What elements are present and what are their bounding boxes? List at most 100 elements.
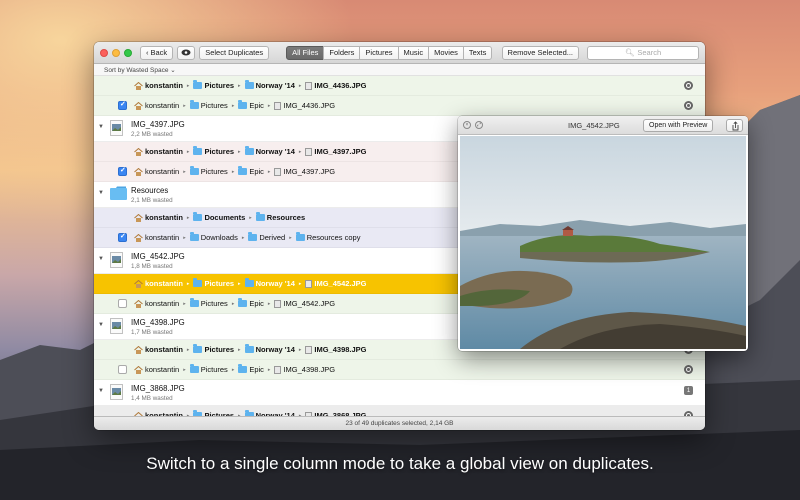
path-segment[interactable]: IMG_4398.JPG — [274, 365, 335, 374]
back-button[interactable]: ‹ Back — [140, 45, 174, 60]
path-separator-icon: ▸ — [298, 148, 302, 155]
file-path-row[interactable]: konstantin ▸ Pictures ▸ Norway '14 ▸ IMG_4436.… — [94, 76, 705, 96]
path-segment-label: Documents — [204, 213, 246, 222]
reveal-in-finder-icon[interactable] — [684, 365, 693, 374]
share-button[interactable] — [726, 119, 743, 132]
path-segment[interactable]: Resources — [255, 212, 305, 222]
path-separator-icon: ▸ — [231, 300, 235, 307]
duplicate-checkbox[interactable] — [118, 299, 127, 308]
filter-music[interactable]: Music — [397, 45, 430, 60]
path-segment[interactable]: Pictures — [193, 146, 234, 156]
filter-folders[interactable]: Folders — [323, 45, 361, 60]
path-segment[interactable]: IMG_4542.JPG — [305, 279, 367, 288]
file-path-row[interactable]: konstantin▸Pictures▸Epic▸IMG_4436.JPG — [94, 96, 705, 116]
path-segment[interactable]: konstantin — [134, 365, 179, 374]
search-input[interactable]: 🔍︎ Search — [587, 45, 699, 60]
quick-look-panel: × ⤢ IMG_4542.JPG Open with Preview — [458, 116, 748, 351]
path-segment[interactable]: IMG_4397.JPG — [274, 167, 335, 176]
image-file-icon — [110, 120, 123, 136]
minimize-window-button[interactable] — [112, 48, 120, 57]
duplicate-checkbox[interactable] — [118, 166, 127, 176]
folder-icon — [238, 100, 248, 109]
path-segment[interactable]: konstantin — [134, 345, 183, 354]
reveal-in-finder-icon[interactable] — [684, 101, 693, 110]
path-segment[interactable]: IMG_4397.JPG — [305, 147, 367, 156]
path-segment[interactable]: Pictures — [189, 298, 228, 308]
disclosure-triangle-icon[interactable]: ▼ — [98, 190, 104, 196]
path-segment[interactable]: Resources copy — [295, 232, 360, 242]
path-segment[interactable]: IMG_4542.JPG — [274, 299, 335, 308]
duplicate-checkbox[interactable] — [118, 365, 127, 374]
path-segment[interactable]: Norway '14 — [244, 344, 295, 354]
path-segment[interactable]: Norway '14 — [244, 146, 295, 156]
close-preview-button[interactable]: × — [463, 121, 471, 129]
disclosure-triangle-icon[interactable]: ▼ — [98, 388, 104, 394]
window-controls — [100, 48, 132, 57]
path-segment-label: konstantin — [145, 299, 180, 308]
disclosure-triangle-icon[interactable]: ▼ — [98, 256, 104, 262]
image-file-icon — [305, 279, 313, 288]
path-segment[interactable]: Pictures — [189, 100, 228, 110]
path-segment[interactable]: Pictures — [193, 278, 234, 288]
path-segment[interactable]: Norway '14 — [244, 80, 295, 90]
quick-look-button[interactable] — [177, 45, 196, 60]
duplicate-checkbox[interactable] — [118, 100, 127, 110]
path-segment[interactable]: Pictures — [189, 166, 228, 176]
path-segment[interactable]: konstantin — [134, 233, 179, 242]
group-name: IMG_3868.JPG — [131, 384, 185, 393]
back-label: Back — [150, 48, 168, 57]
path-segment-label: IMG_4397.JPG — [283, 167, 336, 176]
path-segment[interactable]: konstantin — [134, 167, 179, 176]
path-segment[interactable]: konstantin — [134, 101, 179, 110]
path-segment[interactable]: Derived — [248, 232, 285, 242]
filter-all-files[interactable]: All Files — [286, 45, 325, 60]
path-segment[interactable]: Epic — [238, 100, 264, 110]
fullscreen-preview-button[interactable]: ⤢ — [475, 121, 483, 129]
remove-selected-button[interactable]: Remove Selected... — [501, 45, 579, 60]
zoom-window-button[interactable] — [124, 48, 132, 57]
path-segment[interactable]: IMG_4436.JPG — [274, 101, 335, 110]
close-window-button[interactable] — [100, 48, 108, 57]
fullscreen-icon: ⤢ — [476, 122, 481, 128]
path-segment-label: Pictures — [204, 81, 235, 90]
filter-pictures[interactable]: Pictures — [359, 45, 399, 60]
filter-texts[interactable]: Texts — [462, 45, 493, 60]
path-segment[interactable]: Documents — [193, 212, 246, 222]
path-segment[interactable]: Epic — [238, 298, 264, 308]
path-segment[interactable]: konstantin — [134, 213, 183, 222]
path-segment[interactable]: Epic — [238, 364, 264, 374]
home-icon — [134, 299, 143, 308]
open-with-preview-button[interactable]: Open with Preview — [643, 119, 714, 132]
disclosure-triangle-icon[interactable]: ▼ — [98, 322, 104, 328]
path-segment[interactable]: IMG_4398.JPG — [305, 345, 367, 354]
path-segment[interactable]: Pictures — [189, 364, 228, 374]
image-file-icon — [305, 81, 313, 90]
filter-movies[interactable]: Movies — [428, 45, 464, 60]
image-file-icon — [110, 384, 123, 400]
file-path-row[interactable]: konstantin ▸ Pictures ▸ Epic ▸ IMG_4398.JPG — [94, 360, 705, 380]
path-segment[interactable]: konstantin — [134, 299, 179, 308]
path-segment[interactable]: konstantin — [134, 147, 183, 156]
path-segment-label: IMG_4436.JPG — [314, 81, 367, 90]
duplicate-group-row[interactable]: ▼ IMG_3868.JPG 1,4 MB wasted 1 — [94, 380, 705, 406]
path-segment[interactable]: Pictures — [193, 80, 235, 90]
path-segment[interactable]: konstantin — [134, 81, 183, 90]
path-segment[interactable]: Norway '14 — [244, 278, 295, 288]
file-path-row[interactable]: konstantin ▸ Pictures ▸ Norway '14 ▸ IMG_3868.… — [94, 406, 705, 416]
select-duplicates-button[interactable]: Select Duplicates — [199, 45, 270, 60]
path-segment-label: IMG_4398.JPG — [314, 345, 367, 354]
path-segment-label: konstantin — [145, 213, 183, 222]
path-segment[interactable]: Epic — [238, 166, 264, 176]
path-segment[interactable]: IMG_4436.JPG — [305, 81, 367, 90]
path-segment[interactable]: Pictures — [193, 344, 234, 354]
duplicate-checkbox[interactable] — [118, 232, 127, 242]
path-segment[interactable]: Downloads — [189, 232, 238, 242]
disclosure-triangle-icon[interactable]: ▼ — [98, 124, 104, 130]
path-separator-icon: ▸ — [249, 214, 252, 221]
path-segment[interactable]: konstantin — [134, 279, 183, 288]
path-separator-icon: ▸ — [267, 102, 271, 109]
reveal-in-finder-icon[interactable] — [684, 81, 693, 90]
folder-icon — [189, 364, 199, 373]
folder-icon — [193, 80, 203, 89]
sort-menu[interactable]: Sort by Wasted Space ⌄ — [94, 64, 705, 76]
